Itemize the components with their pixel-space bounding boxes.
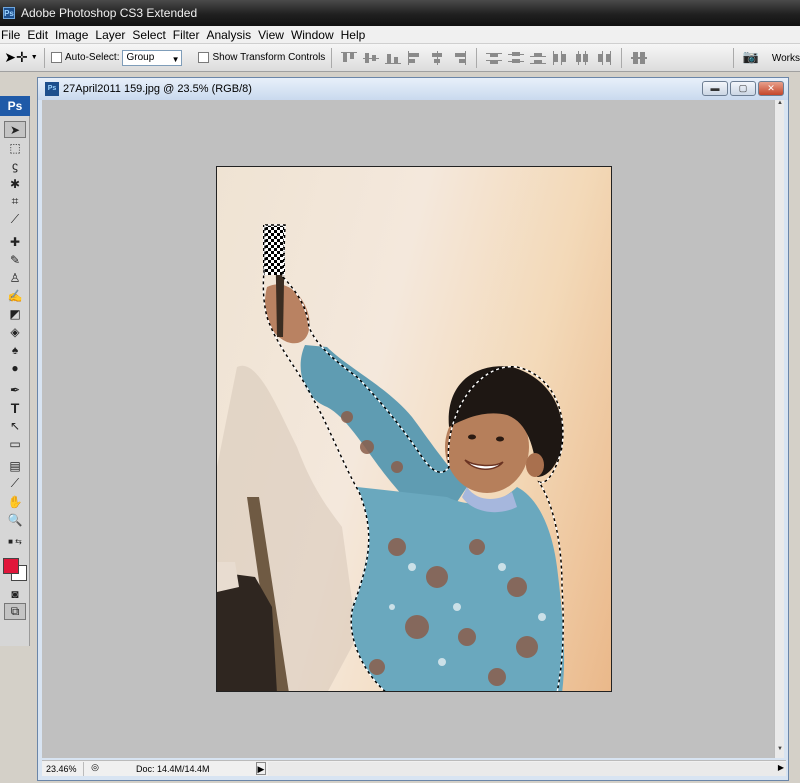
screen-mode-icon[interactable]: ⧉ [4, 603, 26, 620]
menu-analysis[interactable]: Analysis [204, 28, 256, 42]
history-brush-tool-icon[interactable]: ✍ [4, 287, 26, 304]
menu-help[interactable]: Help [339, 28, 371, 42]
menu-filter[interactable]: Filter [171, 28, 205, 42]
chevron-down-icon: ▼ [171, 54, 180, 64]
scroll-up-icon[interactable]: ▲ [775, 100, 785, 112]
maximize-button[interactable]: ▢ [730, 81, 756, 96]
distribute-top-edges-icon[interactable] [485, 51, 503, 65]
tools-panel: Ps ➤ ⬚ ϛ ✱ ⌗ ⟋ ✚ ✎ ♙ ✍ ◩ ◈ ♠ ● ✒ T ↖ ▭ ▤… [0, 96, 30, 646]
menu-image[interactable]: Image [53, 28, 93, 42]
document-image[interactable] [216, 166, 612, 692]
distribute-bottom-edges-icon[interactable] [529, 51, 547, 65]
hand-tool-icon[interactable]: ✋ [4, 493, 26, 510]
marquee-tool-icon[interactable]: ⬚ [4, 139, 26, 156]
align-vertical-centers-icon[interactable] [362, 51, 380, 65]
document-size: Doc: 14.4M/14.4M [136, 763, 210, 774]
distribute-vertical-centers-icon[interactable] [507, 51, 525, 65]
options-bar: ➤✛ ▼ Auto-Select: Group ▼ Show Transform… [0, 44, 800, 72]
path-selection-tool-icon[interactable]: ↖ [4, 417, 26, 434]
menu-select[interactable]: Select [130, 28, 170, 42]
paint-bucket-tool-icon[interactable]: ◈ [4, 323, 26, 340]
close-button[interactable]: ✕ [758, 81, 784, 96]
window-controls: ▬ ▢ ✕ [700, 81, 784, 96]
vertical-scrollbar[interactable]: ▲ ▼ [774, 100, 784, 758]
rectangle-tool-icon[interactable]: ▭ [4, 435, 26, 452]
scroll-right-icon[interactable]: ▶ [778, 763, 784, 772]
move-tool-icon[interactable]: ➤ [4, 121, 26, 138]
chevron-down-icon: ▼ [30, 54, 38, 61]
info-icon[interactable]: ◎ [88, 762, 102, 776]
zoom-tool-icon[interactable]: 🔍 [4, 511, 26, 528]
canvas-area[interactable] [42, 100, 778, 758]
show-transform-controls-checkbox[interactable] [198, 52, 210, 63]
app-titlebar: Ps Adobe Photoshop CS3 Extended [0, 0, 800, 26]
separator [44, 47, 45, 68]
auto-select-value: Group [126, 51, 155, 63]
auto-select-dropdown[interactable]: Group ▼ [122, 49, 183, 66]
crop-tool-icon[interactable]: ⌗ [4, 193, 26, 210]
eraser-tool-icon[interactable]: ◩ [4, 305, 26, 322]
distribute-right-edges-icon[interactable] [595, 50, 613, 65]
scroll-down-icon[interactable]: ▼ [775, 746, 785, 758]
lasso-tool-icon[interactable]: ϛ [4, 157, 26, 174]
workspace-area: 📷 Works [727, 44, 800, 72]
minimize-button[interactable]: ▬ [702, 81, 728, 96]
quick-mask-icon[interactable]: ◙ [4, 585, 26, 602]
eyedropper-tool-icon[interactable]: ⟋ [4, 475, 26, 492]
brush-tool-icon[interactable]: ✎ [4, 251, 26, 268]
app-title: Adobe Photoshop CS3 Extended [21, 6, 198, 20]
menu-view[interactable]: View [256, 28, 289, 42]
status-menu-arrow-icon[interactable]: ▶ [256, 762, 266, 775]
separator [732, 48, 734, 68]
dodge-tool-icon[interactable]: ● [4, 359, 26, 376]
type-tool-icon[interactable]: T [4, 399, 26, 416]
auto-select-checkbox[interactable] [51, 52, 62, 63]
menu-bar: File Edit Image Layer Select Filter Anal… [0, 26, 800, 44]
tool-preset-picker[interactable]: ➤✛ ▼ [4, 47, 38, 69]
distribute-horizontal-centers-icon[interactable] [573, 50, 591, 65]
foreground-color-swatch[interactable] [3, 558, 19, 574]
separator [331, 47, 333, 68]
slice-tool-icon[interactable]: ⟋ [4, 211, 26, 228]
align-horizontal-centers-icon[interactable] [428, 50, 446, 65]
magic-wand-tool-icon[interactable]: ✱ [4, 175, 26, 192]
align-right-edges-icon[interactable] [450, 50, 468, 65]
clone-stamp-tool-icon[interactable]: ♙ [4, 269, 26, 286]
color-swatches [0, 550, 30, 581]
auto-align-layers-icon[interactable] [630, 51, 648, 65]
status-bar: 23.46% ◎ Doc: 14.4M/14.4M ▶ ▶ [42, 760, 786, 776]
photoshop-logo[interactable]: Ps [0, 96, 30, 116]
separator [476, 47, 478, 68]
menu-file[interactable]: File [0, 28, 25, 42]
zoom-level-field[interactable]: 23.46% [42, 761, 84, 776]
align-top-edges-icon[interactable] [340, 51, 358, 65]
bridge-icon[interactable]: 📷 [740, 49, 762, 67]
document-icon: Ps [45, 82, 59, 96]
default-colors-icon[interactable]: ■ ⇆ [4, 533, 26, 550]
show-transform-controls-label: Show Transform Controls [212, 52, 326, 63]
menu-window[interactable]: Window [289, 28, 339, 42]
notes-tool-icon[interactable]: ▤ [4, 457, 26, 474]
document-titlebar[interactable]: Ps 27April2011 159.jpg @ 23.5% (RGB/8) ▬… [38, 78, 788, 100]
healing-brush-tool-icon[interactable]: ✚ [4, 233, 26, 250]
photoshop-app-icon: Ps [3, 7, 15, 19]
photo-illustration [217, 224, 565, 691]
align-bottom-edges-icon[interactable] [384, 51, 402, 65]
auto-select-label: Auto-Select: [65, 52, 120, 63]
horizontal-scrollbar[interactable]: ▶ [268, 761, 786, 776]
pen-tool-icon[interactable]: ✒ [4, 381, 26, 398]
menu-layer[interactable]: Layer [93, 28, 130, 42]
menu-edit[interactable]: Edit [25, 28, 53, 42]
move-icon: ➤✛ [4, 49, 28, 65]
align-left-edges-icon[interactable] [406, 50, 424, 65]
workspace-button[interactable]: Works [772, 53, 800, 64]
document-window: Ps 27April2011 159.jpg @ 23.5% (RGB/8) ▬… [37, 77, 789, 781]
blur-tool-icon[interactable]: ♠ [4, 341, 26, 358]
distribute-left-edges-icon[interactable] [551, 50, 569, 65]
document-title: 27April2011 159.jpg @ 23.5% (RGB/8) [63, 83, 252, 95]
separator [621, 47, 623, 68]
